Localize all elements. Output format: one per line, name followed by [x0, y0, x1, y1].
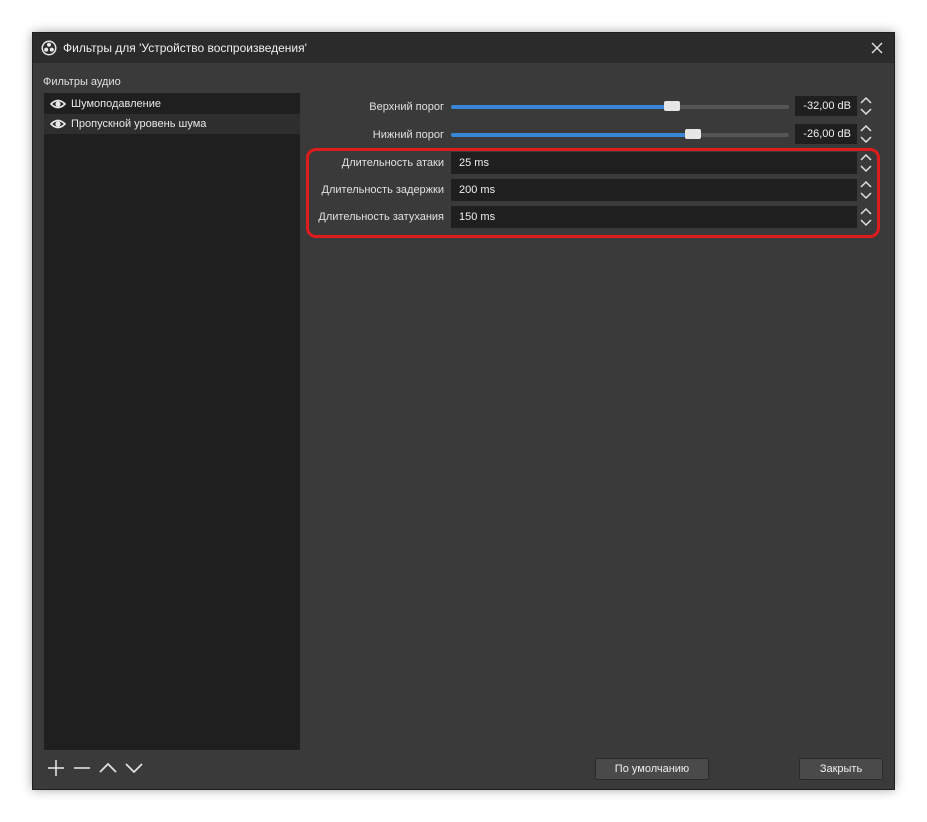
- filter-item-noise-suppression[interactable]: Шумоподавление: [44, 94, 300, 114]
- audio-filters-label: Фильтры аудио: [43, 76, 121, 88]
- chevron-up-icon[interactable]: [97, 757, 119, 779]
- filter-item-noise-gate[interactable]: Пропускной уровень шума: [44, 114, 300, 134]
- upper-threshold-label-row: Верхний порог: [303, 97, 444, 119]
- defaults-button[interactable]: По умолчанию: [595, 758, 709, 780]
- filter-item-label: Пропускной уровень шума: [71, 118, 207, 130]
- eye-icon[interactable]: [50, 118, 66, 130]
- close-button[interactable]: Закрыть: [799, 758, 883, 780]
- lower-threshold-spinner[interactable]: [859, 123, 873, 145]
- upper-threshold-input[interactable]: -32,00 dB: [795, 96, 857, 116]
- lower-threshold-slider-fill: [451, 133, 693, 137]
- lower-threshold-label-row: Нижний порог: [303, 125, 444, 147]
- upper-threshold-spinner[interactable]: [859, 95, 873, 117]
- close-icon[interactable]: [866, 37, 888, 59]
- filter-list: Шумоподавление Пропускной уровень шума: [44, 93, 300, 750]
- lower-threshold-slider-handle[interactable]: [684, 129, 701, 139]
- spinner-arrows-icon[interactable]: [859, 123, 873, 145]
- spinner-arrows-icon[interactable]: [859, 95, 873, 117]
- upper-threshold-slider-fill: [451, 105, 673, 109]
- chevron-down-icon[interactable]: [123, 757, 145, 779]
- plus-icon[interactable]: [45, 757, 67, 779]
- window-title: Фильтры для 'Устройство воспроизведения': [63, 41, 307, 55]
- upper-threshold-slider-handle[interactable]: [664, 101, 681, 111]
- lower-threshold-input[interactable]: -26,00 dB: [795, 124, 857, 144]
- upper-threshold-slider[interactable]: [451, 101, 789, 111]
- lower-threshold-slider[interactable]: [451, 129, 789, 139]
- title-bar: Фильтры для 'Устройство воспроизведения': [33, 33, 894, 63]
- obs-logo-icon: [41, 40, 57, 56]
- eye-icon[interactable]: [50, 98, 66, 110]
- upper-threshold-label: Верхний порог: [369, 101, 444, 113]
- lower-threshold-label: Нижний порог: [372, 129, 444, 141]
- filters-dialog: Фильтры для 'Устройство воспроизведения'…: [32, 32, 895, 790]
- timing-settings-highlight: [306, 148, 880, 238]
- filter-item-label: Шумоподавление: [71, 98, 161, 110]
- minus-icon[interactable]: [71, 757, 93, 779]
